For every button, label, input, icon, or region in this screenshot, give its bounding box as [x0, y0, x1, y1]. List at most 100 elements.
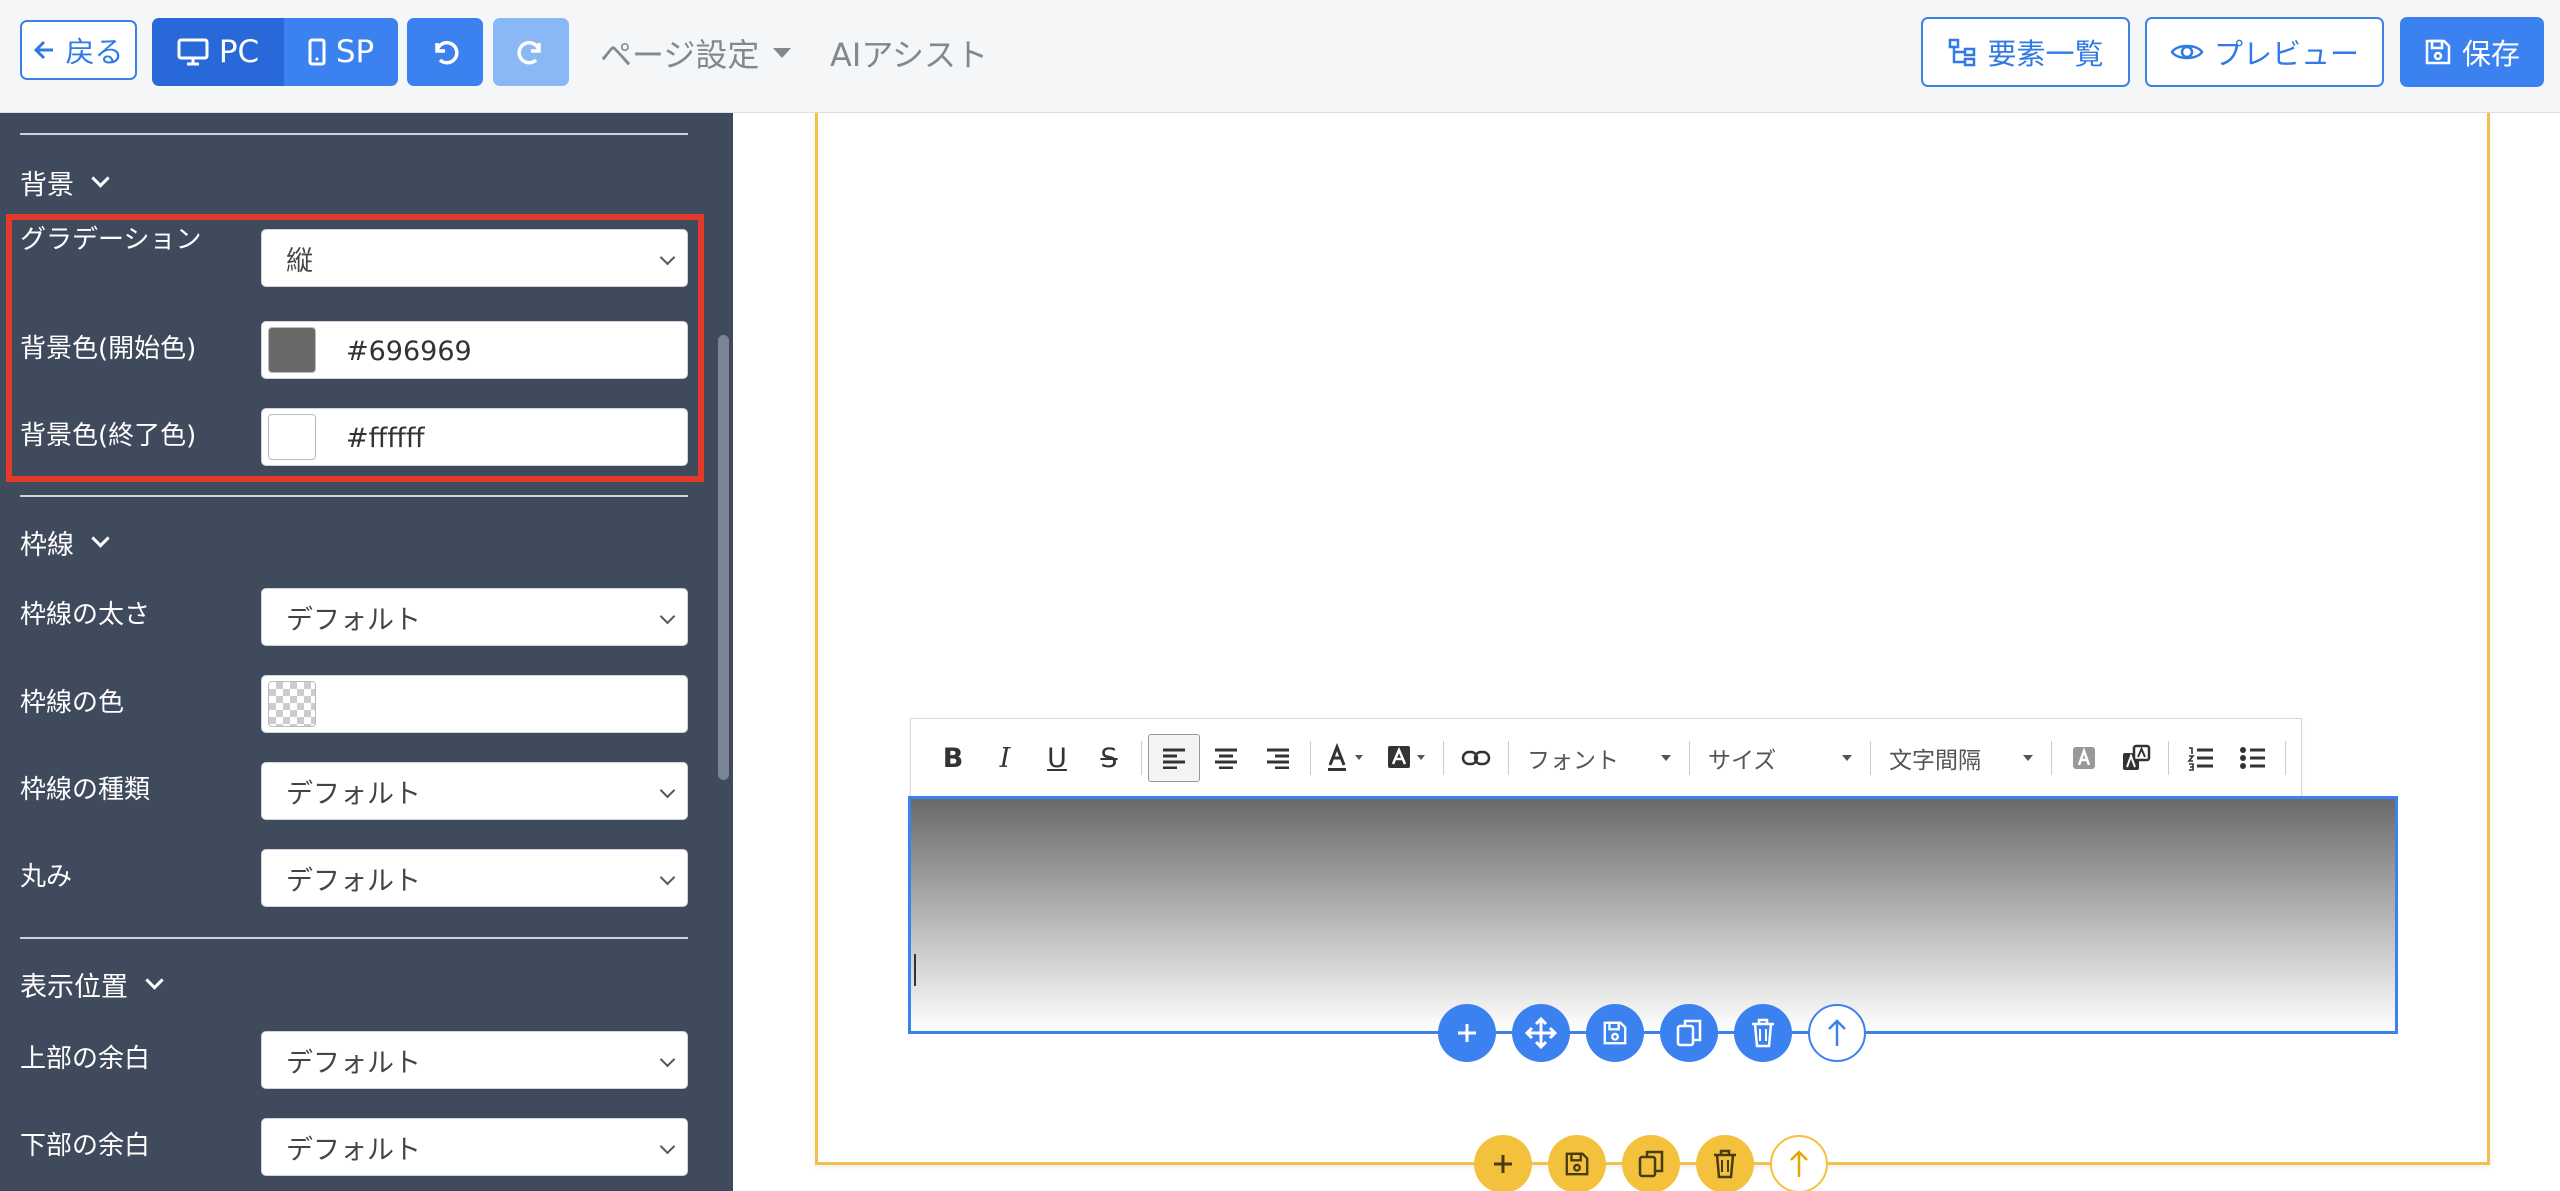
back-label: 戻る — [65, 35, 124, 69]
border-type-value: デフォルト — [286, 778, 421, 810]
save-icon — [1603, 1021, 1627, 1045]
top-margin-select[interactable]: デフォルト — [261, 1031, 688, 1089]
border-section-toggle[interactable]: 枠線 — [20, 523, 110, 562]
strikethrough-button[interactable]: S — [1083, 734, 1135, 782]
gradient-text-block[interactable] — [908, 796, 2398, 1034]
size-dropdown[interactable]: サイズ — [1696, 734, 1864, 782]
bullet-list-icon — [2240, 747, 2265, 769]
caret-down-icon — [1661, 755, 1671, 761]
border-section-title: 枠線 — [20, 530, 74, 561]
radius-select[interactable]: デフォルト — [261, 849, 688, 907]
background-color-button[interactable] — [1377, 734, 1437, 782]
delete-section-button[interactable] — [1696, 1135, 1754, 1191]
chevron-down-icon — [91, 529, 110, 548]
letter-spacing-dropdown[interactable]: 文字間隔 — [1877, 734, 2045, 782]
text-color-button[interactable] — [1317, 734, 1377, 782]
arrow-up-icon — [1828, 1019, 1846, 1046]
chevron-down-icon — [773, 48, 792, 58]
align-left-icon — [1163, 748, 1185, 769]
save-section-button[interactable] — [1548, 1135, 1606, 1191]
move-block-button[interactable] — [1512, 1004, 1570, 1062]
undo-icon — [435, 41, 459, 65]
background-section-toggle[interactable]: 背景 — [20, 163, 110, 202]
sp-label: SP — [335, 34, 375, 70]
align-right-button[interactable] — [1252, 734, 1304, 782]
sp-view-button[interactable]: SP — [284, 18, 398, 86]
copy-icon — [1676, 1019, 1702, 1047]
separator — [1508, 741, 1509, 775]
move-up-section-button[interactable] — [1770, 1135, 1828, 1191]
trash-icon — [1752, 1018, 1774, 1048]
text-shadow-button[interactable] — [2058, 734, 2110, 782]
sidebar-scrollbar[interactable] — [718, 335, 729, 780]
ordered-list-button[interactable] — [2175, 734, 2227, 782]
chevron-down-icon — [145, 971, 164, 990]
clear-format-button[interactable] — [2110, 734, 2162, 782]
save-block-button[interactable] — [1586, 1004, 1644, 1062]
link-button[interactable] — [1450, 734, 1502, 782]
ai-assist-label: AIアシスト — [830, 36, 989, 74]
top-margin-label: 上部の余白 — [20, 1044, 151, 1074]
separator — [2051, 741, 2052, 775]
back-button[interactable]: 戻る — [20, 20, 137, 80]
sitemap-icon — [1949, 38, 1976, 67]
save-button[interactable]: 保存 — [2400, 17, 2544, 87]
radius-value: デフォルト — [286, 865, 421, 897]
align-left-button[interactable] — [1148, 734, 1200, 782]
redo-icon — [517, 41, 541, 65]
highlight-box — [6, 214, 704, 482]
copy-section-button[interactable] — [1622, 1135, 1680, 1191]
underline-button[interactable]: U — [1031, 734, 1083, 782]
copy-block-button[interactable] — [1660, 1004, 1718, 1062]
separator — [1443, 741, 1444, 775]
border-type-select[interactable]: デフォルト — [261, 762, 688, 820]
border-width-select[interactable]: デフォルト — [261, 588, 688, 646]
bottom-margin-value: デフォルト — [286, 1134, 421, 1166]
separator — [1141, 741, 1142, 775]
redo-button[interactable] — [493, 18, 569, 86]
trash-icon — [1714, 1149, 1736, 1179]
separator — [1689, 741, 1690, 775]
divider — [20, 495, 688, 497]
position-section-toggle[interactable]: 表示位置 — [20, 965, 164, 1004]
bottom-margin-select[interactable]: デフォルト — [261, 1118, 688, 1176]
arrow-up-icon — [1790, 1150, 1808, 1177]
border-color-swatch[interactable] — [268, 681, 316, 727]
desktop-icon — [177, 38, 209, 66]
position-section-title: 表示位置 — [20, 972, 128, 1003]
delete-block-button[interactable] — [1734, 1004, 1792, 1062]
bold-button[interactable]: B — [927, 734, 979, 782]
bullet-list-button[interactable] — [2227, 734, 2279, 782]
font-dropdown[interactable]: フォント — [1515, 734, 1683, 782]
move-icon — [1524, 1016, 1558, 1050]
italic-button[interactable]: I — [979, 734, 1031, 782]
preview-button[interactable]: プレビュー — [2145, 17, 2384, 87]
align-center-button[interactable] — [1200, 734, 1252, 782]
smartphone-icon — [308, 38, 326, 66]
separator — [2285, 741, 2286, 775]
divider — [20, 937, 688, 939]
ai-assist-menu[interactable]: AIアシスト — [830, 30, 988, 76]
page-settings-label: ページ設定 — [600, 36, 760, 74]
add-section-button[interactable] — [1474, 1135, 1532, 1191]
move-up-block-button[interactable] — [1808, 1004, 1866, 1062]
text-color-icon — [1328, 743, 1363, 771]
caret-down-icon — [2023, 755, 2033, 761]
separator — [2168, 741, 2169, 775]
border-width-value: デフォルト — [286, 604, 421, 636]
page-settings-menu[interactable]: ページ設定 — [600, 30, 792, 76]
divider — [20, 133, 688, 135]
chevron-down-icon — [91, 169, 110, 188]
elements-list-button[interactable]: 要素一覧 — [1921, 17, 2130, 87]
text-shadow-icon — [2073, 747, 2095, 769]
preview-label: プレビュー — [2213, 37, 2359, 71]
undo-button[interactable] — [407, 18, 483, 86]
add-block-button[interactable] — [1438, 1004, 1496, 1062]
top-margin-value: デフォルト — [286, 1047, 421, 1079]
border-color-field[interactable] — [261, 675, 688, 733]
plus-icon — [1458, 1024, 1476, 1042]
format-icon — [2123, 744, 2151, 770]
background-section-title: 背景 — [20, 170, 74, 201]
pc-view-button[interactable]: PC — [152, 18, 284, 86]
separator — [1310, 741, 1311, 775]
